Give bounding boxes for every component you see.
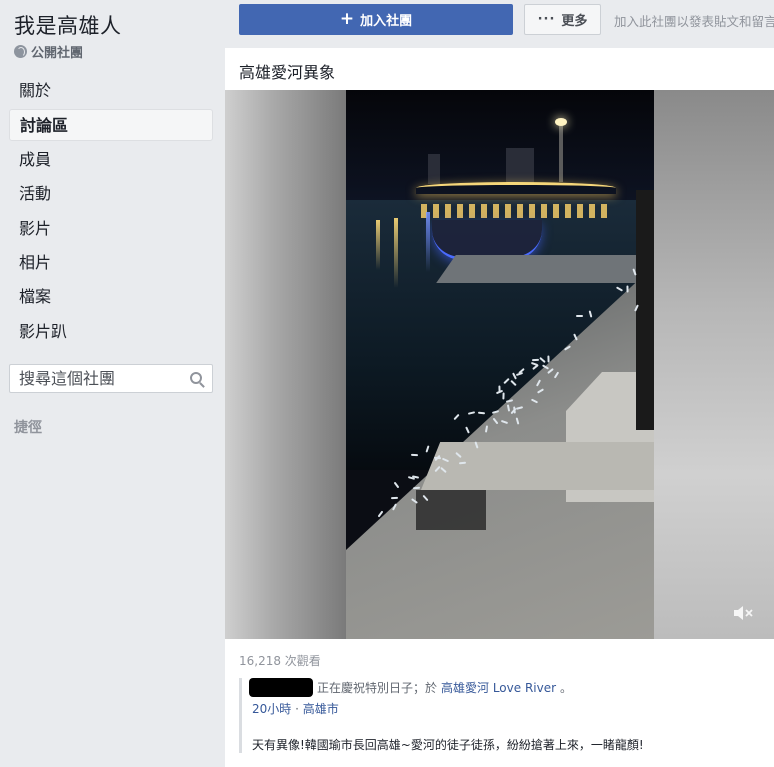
group-sidebar: 我是高雄人 公開社團 關於 討論區 成員 活動 影片 相片 檔案 影片趴 捷徑 (0, 0, 225, 767)
sidebar-item-watch-party[interactable]: 影片趴 (9, 316, 213, 348)
video-dock (436, 255, 654, 283)
more-button[interactable]: ··· 更多 (524, 4, 601, 35)
shared-post-meta: 20小時 · 高雄市 (252, 700, 759, 717)
video-light-reflection (394, 218, 398, 288)
sidebar-item-members[interactable]: 成員 (9, 144, 213, 176)
video-boat (432, 220, 542, 260)
shared-activity-text: 正在慶祝特別日子；於 (317, 681, 438, 695)
video-fish (531, 358, 539, 361)
shared-post: 正在慶祝特別日子；於 高雄愛河 Love River 。 20小時 · 高雄市 天… (239, 678, 759, 753)
video-building (506, 148, 534, 184)
join-hint-text: 加入此社團以發表貼文和留言 (614, 14, 774, 29)
post-title: 高雄愛河異象 (239, 63, 336, 82)
video-fish (412, 474, 420, 479)
video-blur-left (225, 90, 346, 639)
meta-separator: · (295, 702, 299, 716)
sidebar-item-videos[interactable]: 影片 (9, 213, 213, 245)
video-frame (346, 90, 654, 639)
more-label: 更多 (561, 14, 588, 29)
video-street-lamp (555, 118, 567, 182)
video-fish (501, 392, 505, 400)
sidebar-item-discussion[interactable]: 討論區 (9, 109, 213, 142)
video-building (428, 154, 440, 184)
group-search-input[interactable] (10, 369, 180, 388)
post-caption: 天有異像!韓國瑜市長回高雄~愛河的徒子徒孫，紛紛搶著上來，一睹龍顏! (252, 738, 644, 752)
video-fish (575, 314, 583, 317)
shortcuts-heading: 捷徑 (14, 420, 42, 436)
group-privacy-label: 公開社團 (14, 42, 83, 61)
sidebar-item-events[interactable]: 活動 (9, 178, 213, 210)
video-person (636, 190, 654, 430)
speaker-muted-icon[interactable] (732, 604, 754, 622)
sidebar-item-files[interactable]: 檔案 (9, 281, 213, 313)
sidebar-item-photos[interactable]: 相片 (9, 247, 213, 279)
join-group-button[interactable]: + 加入社團 (239, 4, 513, 35)
redacted-author-name[interactable] (249, 678, 313, 697)
video-fish (498, 385, 501, 393)
search-icon[interactable] (190, 372, 202, 384)
group-title[interactable]: 我是高雄人 (14, 10, 122, 40)
group-type-text: 公開社團 (31, 46, 84, 61)
video-fish (626, 285, 629, 293)
join-group-label: 加入社團 (360, 14, 413, 29)
sidebar-item-about[interactable]: 關於 (9, 75, 213, 107)
video-fish (393, 482, 400, 489)
post-card: 高雄愛河異象 16,218 次觀看 正在慶祝特別日子；於 高雄愛河 Love R… (225, 48, 774, 767)
globe-icon (14, 45, 27, 58)
video-step-shadow (416, 490, 486, 530)
group-search-box[interactable] (9, 364, 213, 393)
video-bridge (416, 182, 616, 194)
plus-icon: + (339, 9, 355, 29)
video-blur-right (654, 90, 774, 639)
shared-post-header: 正在慶祝特別日子；於 高雄愛河 Love River 。 (249, 678, 759, 697)
post-location[interactable]: 高雄市 (303, 702, 339, 716)
group-nav: 關於 討論區 成員 活動 影片 相片 檔案 影片趴 (9, 75, 213, 350)
video-light-reflection (376, 220, 380, 270)
video-player[interactable] (225, 90, 774, 639)
video-stone-step (421, 442, 654, 490)
shared-activity-suffix: 。 (560, 681, 573, 695)
video-fish (390, 496, 398, 499)
post-timestamp[interactable]: 20小時 (252, 702, 291, 716)
video-bridge-lights (421, 204, 611, 218)
place-link[interactable]: 高雄愛河 Love River (441, 679, 556, 696)
video-fish (377, 510, 384, 518)
more-dots-icon: ··· (537, 12, 556, 27)
video-light-reflection (426, 212, 430, 272)
view-count: 16,218 次觀看 (239, 654, 321, 668)
